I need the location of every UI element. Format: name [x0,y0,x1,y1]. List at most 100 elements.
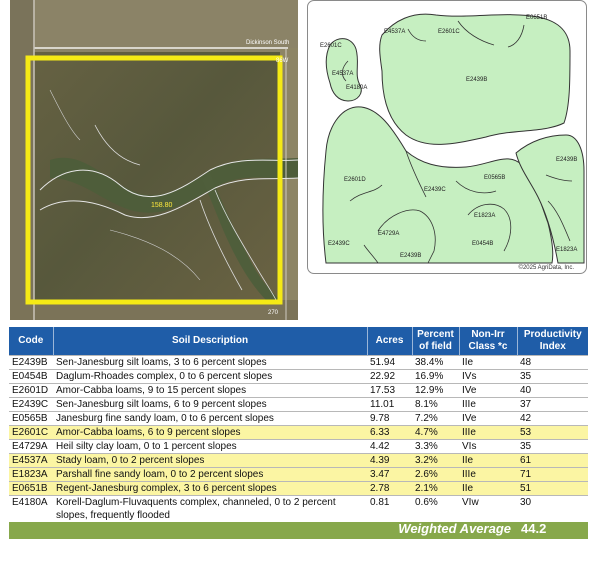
table-row: E4537A Stady loam, 0 to 2 percent slopes 4… [9,453,588,468]
soil-code-label: E2601C [320,43,342,49]
non-irr-class: IVe [459,383,517,398]
productivity-index: 51 [517,481,588,496]
soil-description: Sen-Janesburg silt loams, 6 to 9 percent… [53,397,367,412]
weighted-average-value: 44.2 [517,522,588,539]
non-irr-class: IVs [459,369,517,384]
non-irr-class: IIe [459,481,517,496]
soil-code: E1823A [9,467,53,482]
soil-table: Code Soil Description Acres Percent of f… [9,327,588,539]
header-acres: Acres [367,327,413,356]
soil-code-label: E1823A [474,213,496,219]
table-row: E4729A Heil silty clay loam, 0 to 1 perce… [9,439,588,454]
non-irr-class: IVe [459,411,517,426]
soil-map-polygons [322,13,585,264]
soil-code-label: E2439C [424,187,446,193]
weighted-average-row: Weighted Average 44.2 [9,522,588,539]
acres-value: 17.53 [367,383,412,398]
acres-value: 9.78 [367,411,412,426]
table-row: E2439C Sen-Janesburg silt loams, 6 to 9 p… [9,397,588,412]
non-irr-class: IIIe [459,467,517,482]
acres-value: 2.78 [367,481,412,496]
non-irr-class: VIw [459,495,517,522]
header-soil-description: Soil Description [53,327,368,356]
soil-description: Parshall fine sandy loam, 0 to 2 percent… [53,467,367,482]
productivity-index: 35 [517,439,588,454]
soil-description: Stady loam, 0 to 2 percent slopes [53,453,367,468]
soil-description: Sen-Janesburg silt loams, 3 to 6 percent… [53,355,367,370]
header-productivity-index: Productivity Index [517,327,588,356]
productivity-index: 71 [517,467,588,482]
table-header-row: Code Soil Description Acres Percent of f… [9,327,588,356]
weighted-average-label: Weighted Average [9,522,517,539]
soil-code-label: E4537A [384,29,406,35]
copyright-notice: ©2025 AgriData, Inc. [518,265,574,271]
percent-of-field: 12.9% [412,383,459,398]
soil-code-label: E2439B [400,253,422,259]
productivity-index: 35 [517,369,588,384]
soil-code-label: E4180A [346,85,368,91]
productivity-index: 37 [517,397,588,412]
soil-code-label: E2439B [556,157,578,163]
corner-label: 270 [268,310,279,316]
header-percent-of-field: Percent of field [412,327,460,356]
percent-of-field: 2.6% [412,467,459,482]
acres-value: 4.39 [367,453,412,468]
soil-code: E4537A [9,453,53,468]
productivity-index: 30 [517,495,588,522]
road-label: Dickinson South [246,40,290,46]
soil-description: Heil silty clay loam, 0 to 1 percent slo… [53,439,367,454]
field-acres-label: 158.80 [151,202,173,209]
road-label-2: 86W [276,58,289,64]
table-row: E0454B Daglum-Rhoades complex, 0 to 6 per… [9,369,588,384]
aerial-map: Dickinson South 86W 158.80 270 [10,0,298,320]
percent-of-field: 3.2% [412,453,459,468]
soil-code-label: E4729A [378,231,400,237]
acres-value: 4.42 [367,439,412,454]
soil-code: E4180A [9,495,53,522]
table-row: E2601C Amor-Cabba loams, 6 to 9 percent s… [9,425,588,440]
acres-value: 0.81 [367,495,412,522]
productivity-index: 42 [517,411,588,426]
acres-value: 11.01 [367,397,412,412]
soil-code: E2439C [9,397,53,412]
table-row: E0565B Janesburg fine sandy loam, 0 to 6 … [9,411,588,426]
productivity-index: 40 [517,383,588,398]
acres-value: 6.33 [367,425,412,440]
soil-description: Janesburg fine sandy loam, 0 to 6 percen… [53,411,367,426]
percent-of-field: 3.3% [412,439,459,454]
soil-code: E0565B [9,411,53,426]
acres-value: 3.47 [367,467,412,482]
soil-code-label: E4537A [332,71,354,77]
soil-code-label: E2439C [328,241,350,247]
soil-code-label: E2601D [344,177,366,183]
productivity-index: 48 [517,355,588,370]
percent-of-field: 0.6% [412,495,459,522]
table-row: E0651B Regent-Janesburg complex, 3 to 6 p… [9,481,588,496]
soil-code: E2601C [9,425,53,440]
percent-of-field: 7.2% [412,411,459,426]
soil-description: Regent-Janesburg complex, 3 to 6 percent… [53,481,367,496]
aerial-imagery [10,0,298,320]
soil-description: Daglum-Rhoades complex, 0 to 6 percent s… [53,369,367,384]
soil-code: E0454B [9,369,53,384]
header-code: Code [9,327,54,356]
soil-code: E2601D [9,383,53,398]
soil-description: Amor-Cabba loams, 9 to 15 percent slopes [53,383,367,398]
percent-of-field: 4.7% [412,425,459,440]
percent-of-field: 16.9% [412,369,459,384]
soil-code: E2439B [9,355,53,370]
soil-code: E0651B [9,481,53,496]
table-row: E4180A Korell-Daglum-Fluvaquents complex,… [9,495,588,522]
soil-code-label: E2439B [466,77,488,83]
soil-description: Amor-Cabba loams, 6 to 9 percent slopes [53,425,367,440]
soil-table-body: E2439B Sen-Janesburg silt loams, 3 to 6 p… [9,355,588,522]
soil-map: E2601C E4537A E4180A E4537A E2601C E0651… [307,0,587,274]
non-irr-class: IIIe [459,397,517,412]
non-irr-class: VIs [459,439,517,454]
soil-code-label: E0565B [484,175,506,181]
non-irr-class: IIIe [459,425,517,440]
soil-code-label: E1823A [556,247,578,253]
non-irr-class: IIe [459,453,517,468]
table-row: E2439B Sen-Janesburg silt loams, 3 to 6 p… [9,355,588,370]
soil-description: Korell-Daglum-Fluvaquents complex, chann… [53,495,367,522]
